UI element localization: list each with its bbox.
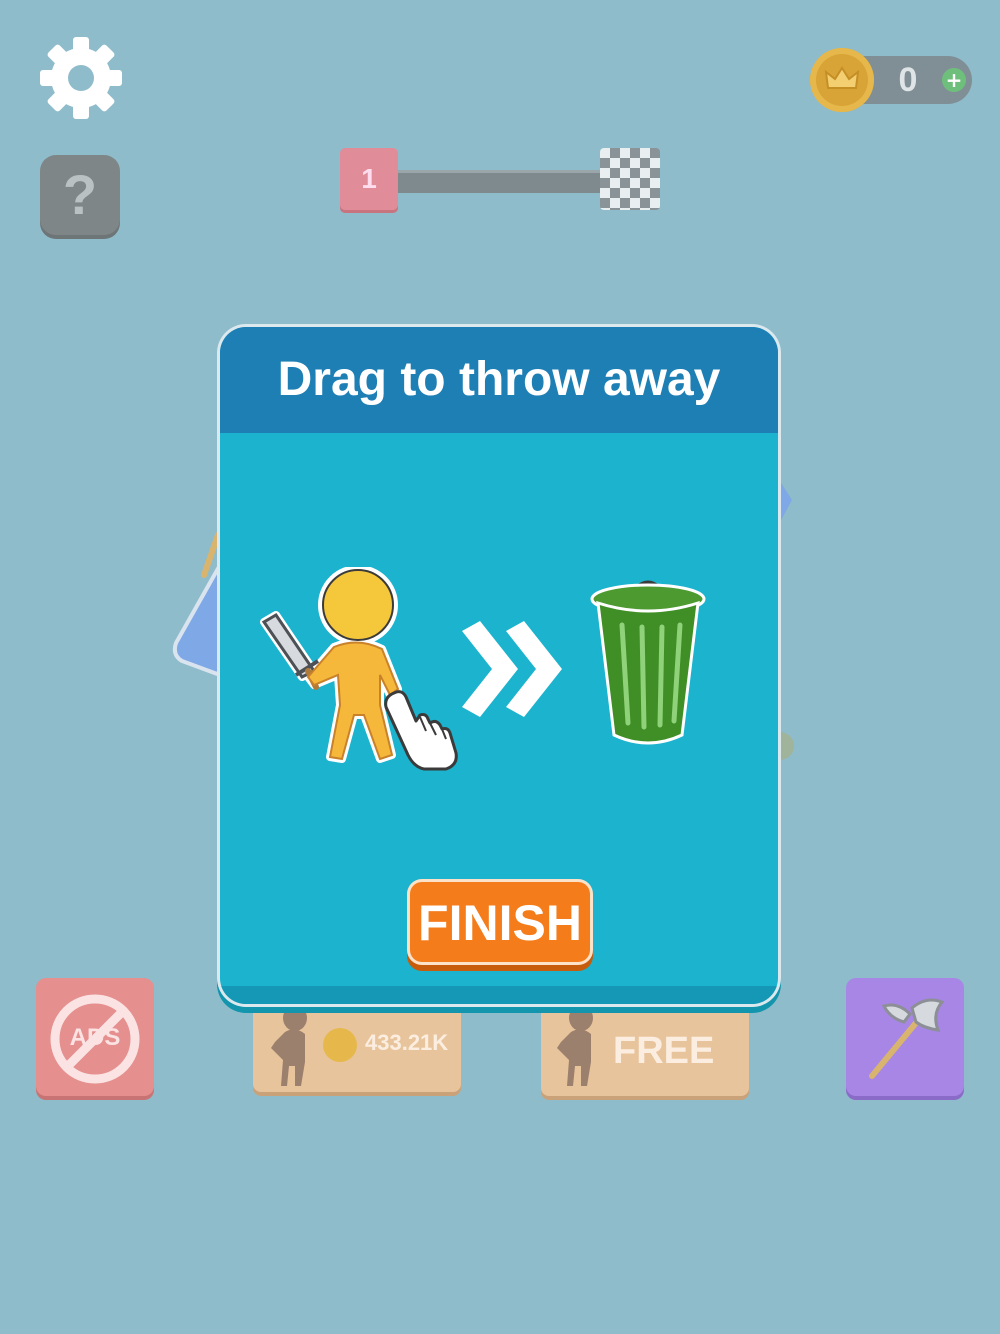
background-decoration-right [776, 478, 794, 760]
trash-can-icon [590, 580, 706, 745]
crown-icon [824, 66, 860, 89]
weapon-shop-button[interactable] [846, 978, 964, 1096]
free-label: FREE [613, 1030, 715, 1072]
axe-icon [869, 998, 945, 1079]
dialog-footer-strip [220, 986, 778, 1004]
add-coins-button[interactable]: + [942, 68, 966, 92]
current-level-badge: 1 [340, 148, 398, 210]
finish-button[interactable]: FINISH [410, 882, 590, 962]
coin-count: 0 [898, 61, 918, 99]
dialog-title: Drag to throw away [277, 353, 721, 406]
level-progress-track [398, 170, 602, 193]
free-character-button[interactable]: FREE [541, 1004, 749, 1096]
help-button[interactable]: ? [40, 155, 120, 235]
character-silhouette-icon [271, 1005, 307, 1086]
help-label: ? [62, 163, 98, 226]
buy-price: 433.21K [365, 1030, 449, 1055]
no-ads-label: ADS [69, 1024, 121, 1051]
tap-hand-icon [384, 690, 458, 771]
double-chevron-right-icon [462, 621, 562, 717]
gear-icon[interactable] [36, 33, 126, 123]
checkered-flag-icon [600, 148, 660, 210]
coin-icon [323, 1028, 357, 1062]
coin-icon [810, 48, 874, 112]
character-silhouette-icon [557, 1005, 593, 1086]
buy-character-button[interactable]: 433.21K [253, 1004, 461, 1092]
remove-ads-button[interactable]: ADS [36, 978, 154, 1096]
